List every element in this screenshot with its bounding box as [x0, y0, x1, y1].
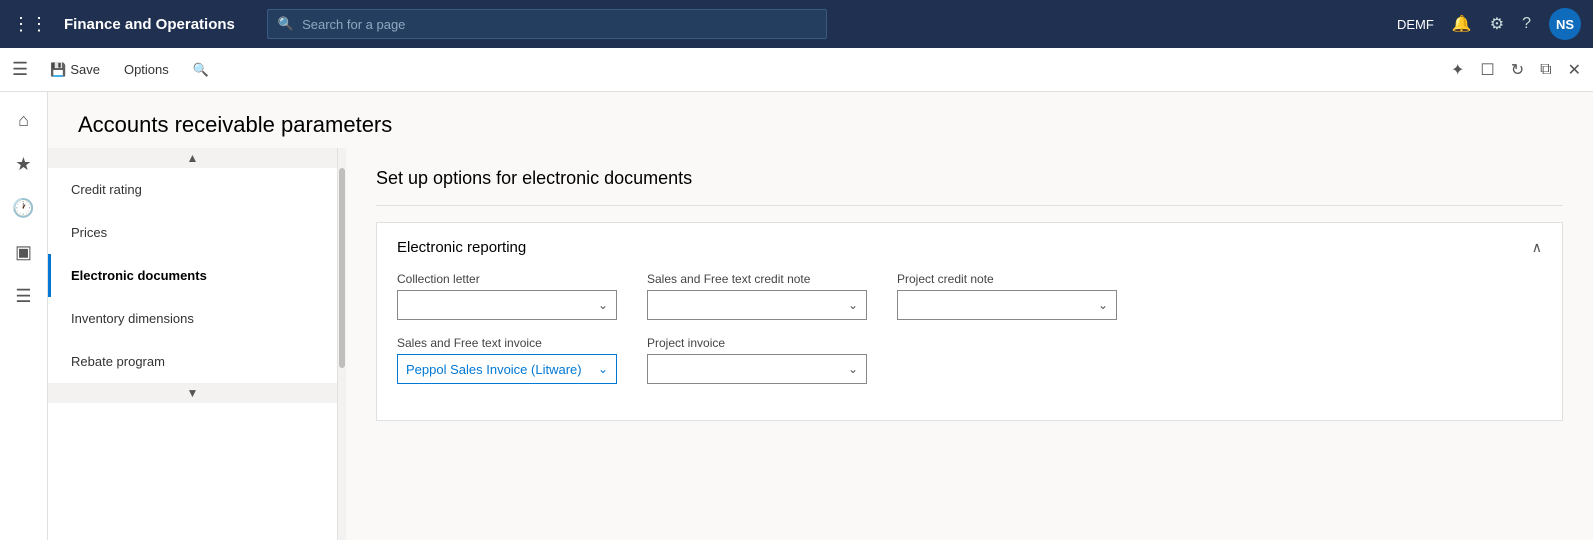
- env-label: DEMF: [1397, 17, 1434, 32]
- sub-section-header: Electronic reporting ∧: [397, 239, 1542, 256]
- command-bar: ☰ 💾 Save Options 🔍 ✦ ☐ ↻ ⧉ ✕: [0, 48, 1593, 92]
- scroll-down-button[interactable]: ▼: [48, 383, 337, 403]
- sales-free-invoice-label: Sales and Free text invoice: [397, 336, 617, 350]
- project-credit-note-group: Project credit note ⌄: [897, 272, 1117, 320]
- personalize-icon[interactable]: ✦: [1451, 60, 1464, 80]
- chevron-down-icon-4: ⌄: [598, 362, 608, 376]
- save-icon: 💾: [50, 62, 66, 78]
- collection-letter-label: Collection letter: [397, 272, 617, 286]
- two-col-layout: ▲ Credit rating Prices Electronic docume…: [48, 148, 1593, 540]
- project-credit-note-value: [906, 298, 1098, 313]
- modules-icon[interactable]: ☰: [4, 276, 44, 316]
- home-icon[interactable]: ⌂: [4, 100, 44, 140]
- search-cmd-icon: 🔍: [193, 62, 209, 78]
- cmd-bar-right: ✦ ☐ ↻ ⧉ ✕: [1451, 60, 1581, 80]
- form-row-1: Collection letter ⌄ Sales and Free text …: [397, 272, 1542, 320]
- sales-free-credit-note-value: [656, 298, 848, 313]
- options-button[interactable]: Options: [114, 58, 179, 81]
- project-credit-note-label: Project credit note: [897, 272, 1117, 286]
- nav-item-prices[interactable]: Prices: [48, 211, 337, 254]
- search-cmd-button[interactable]: 🔍: [183, 58, 219, 82]
- right-panel: Set up options for electronic documents …: [346, 148, 1593, 540]
- collection-letter-select[interactable]: ⌄: [397, 290, 617, 320]
- sales-free-invoice-group: Sales and Free text invoice Peppol Sales…: [397, 336, 617, 384]
- search-placeholder: Search for a page: [302, 17, 405, 32]
- chevron-down-icon-5: ⌄: [848, 362, 858, 376]
- project-invoice-group: Project invoice ⌄: [647, 336, 867, 384]
- nav-item-rebate-program[interactable]: Rebate program: [48, 340, 337, 383]
- sales-free-invoice-select[interactable]: Peppol Sales Invoice (Litware) ⌄: [397, 354, 617, 384]
- hamburger-icon[interactable]: ☰: [12, 59, 28, 80]
- refresh-icon[interactable]: ↻: [1511, 60, 1524, 80]
- grid-icon[interactable]: ⋮⋮: [12, 14, 48, 35]
- form-row-2: Sales and Free text invoice Peppol Sales…: [397, 336, 1542, 384]
- recent-icon[interactable]: 🕐: [4, 188, 44, 228]
- page-title: Accounts receivable parameters: [78, 112, 1563, 138]
- scrollbar-thumb[interactable]: [339, 168, 345, 368]
- electronic-reporting-section: Electronic reporting ∧ Collection letter…: [376, 222, 1563, 421]
- section-title: Set up options for electronic documents: [376, 168, 1563, 189]
- sales-free-credit-note-select[interactable]: ⌄: [647, 290, 867, 320]
- popout-icon[interactable]: ⧉: [1540, 61, 1551, 79]
- save-button[interactable]: 💾 Save: [40, 58, 110, 82]
- nav-item-electronic-documents[interactable]: Electronic documents: [48, 254, 337, 297]
- side-icon-bar: ⌂ ★ 🕐 ▣ ☰: [0, 92, 48, 540]
- close-icon[interactable]: ✕: [1568, 60, 1581, 80]
- search-icon: 🔍: [278, 16, 294, 32]
- nav-item-credit-rating[interactable]: Credit rating: [48, 168, 337, 211]
- save-label: Save: [70, 62, 100, 77]
- left-nav-scrollbar[interactable]: [338, 148, 346, 540]
- left-nav-panel: ▲ Credit rating Prices Electronic docume…: [48, 148, 338, 540]
- sales-free-credit-note-label: Sales and Free text credit note: [647, 272, 867, 286]
- notification-icon[interactable]: 🔔: [1452, 14, 1472, 34]
- settings-icon[interactable]: ⚙: [1490, 14, 1504, 34]
- nav-right: DEMF 🔔 ⚙ ? NS: [1397, 8, 1581, 40]
- chevron-down-icon-2: ⌄: [848, 298, 858, 312]
- project-invoice-value: [656, 362, 848, 377]
- collection-letter-value: [406, 298, 598, 313]
- section-divider: [376, 205, 1563, 206]
- collection-letter-group: Collection letter ⌄: [397, 272, 617, 320]
- open-in-new-icon[interactable]: ☐: [1480, 60, 1494, 80]
- content-area: Accounts receivable parameters ▲ Credit …: [48, 92, 1593, 540]
- avatar[interactable]: NS: [1549, 8, 1581, 40]
- top-nav: ⋮⋮ Finance and Operations 🔍 Search for a…: [0, 0, 1593, 48]
- chevron-down-icon: ⌄: [598, 298, 608, 312]
- collapse-button[interactable]: ∧: [1532, 239, 1542, 256]
- project-credit-note-select[interactable]: ⌄: [897, 290, 1117, 320]
- favorites-icon[interactable]: ★: [4, 144, 44, 184]
- app-title: Finance and Operations: [64, 16, 235, 33]
- project-invoice-label: Project invoice: [647, 336, 867, 350]
- main-layout: ⌂ ★ 🕐 ▣ ☰ Accounts receivable parameters…: [0, 92, 1593, 540]
- options-label: Options: [124, 62, 169, 77]
- sub-section-title: Electronic reporting: [397, 239, 526, 256]
- workspaces-icon[interactable]: ▣: [4, 232, 44, 272]
- scroll-up-button[interactable]: ▲: [48, 148, 337, 168]
- search-bar[interactable]: 🔍 Search for a page: [267, 9, 827, 39]
- nav-item-inventory-dimensions[interactable]: Inventory dimensions: [48, 297, 337, 340]
- sales-free-credit-note-group: Sales and Free text credit note ⌄: [647, 272, 867, 320]
- chevron-down-icon-3: ⌄: [1098, 298, 1108, 312]
- help-icon[interactable]: ?: [1522, 15, 1531, 33]
- project-invoice-select[interactable]: ⌄: [647, 354, 867, 384]
- page-title-bar: Accounts receivable parameters: [48, 92, 1593, 148]
- sales-free-invoice-value: Peppol Sales Invoice (Litware): [406, 362, 598, 377]
